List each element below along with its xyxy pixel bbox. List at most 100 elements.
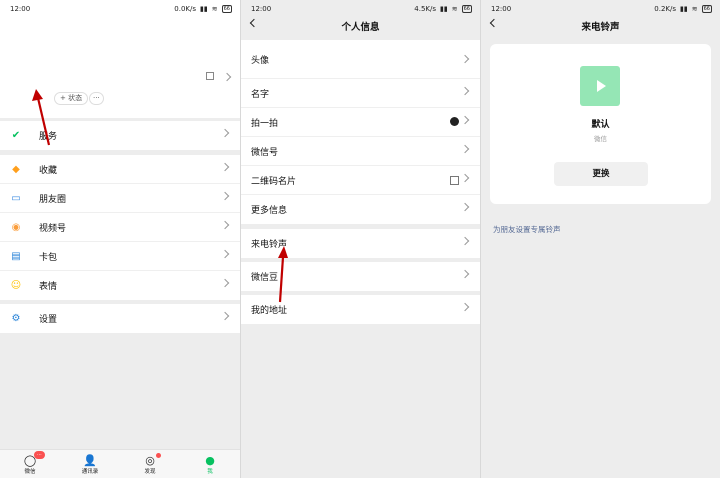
status-button[interactable]: + 状态: [54, 92, 89, 105]
personal-info-screen: 12:00 4.5K/s ▮▮ ≋ 66 个人信息 头像 名字 拍一拍 微信号 …: [240, 0, 480, 478]
qr-code-icon: [450, 176, 459, 185]
card-icon: ▤: [11, 250, 21, 262]
me-screen: 12:00 0.0K/s ▮▮ ≋ 66 + 状态 ··· ✔ 服务 ◆ 收藏 …: [0, 0, 240, 478]
play-icon: [597, 80, 606, 92]
menu-item-stickers[interactable]: ☺ 表情: [0, 271, 240, 300]
battery-icon: 66: [221, 5, 232, 13]
menu-item-card[interactable]: ▤ 卡包: [0, 242, 240, 271]
row-label: 二维码名片: [251, 176, 297, 187]
row-label: 微信号: [251, 147, 279, 158]
menu-item-label: 卡包: [39, 252, 58, 263]
row-label: 我的地址: [251, 306, 288, 316]
info-row-more[interactable]: 更多信息: [241, 195, 480, 224]
discover-icon: ◎: [145, 454, 155, 467]
ringtone-screen: 12:00 0.2K/s ▮▮ ≋ 66 来电铃声 默认 微信 更换 为朋友设置…: [480, 0, 720, 478]
status-time: 12:00: [10, 5, 31, 13]
tab-chats[interactable]: ◯ 微信 ···: [0, 450, 60, 478]
service-icon: ✔: [11, 130, 21, 141]
info-row-wechat-id[interactable]: 微信号: [241, 137, 480, 166]
info-row-name[interactable]: 名字: [241, 79, 480, 108]
wifi-icon: ≋: [691, 5, 698, 13]
info-row-avatar[interactable]: 头像: [241, 40, 480, 79]
tab-discover[interactable]: ◎ 发现: [120, 450, 180, 478]
contacts-icon: 👤: [83, 454, 97, 467]
info-row-qr-card[interactable]: 二维码名片: [241, 166, 480, 195]
unread-badge: ···: [34, 451, 45, 459]
signal-icon: ▮▮: [680, 5, 688, 13]
menu-item-label: 收藏: [39, 165, 58, 176]
moments-icon: ▭: [11, 192, 21, 204]
wifi-icon: ≋: [211, 5, 218, 13]
network-speed: 0.2K/s: [654, 5, 677, 13]
status-bar: 12:00 4.5K/s ▮▮ ≋ 66: [241, 0, 480, 18]
chevron-right-icon: [220, 220, 230, 230]
menu-item-label: 表情: [39, 282, 58, 292]
tab-contacts[interactable]: 👤 通讯录: [60, 450, 120, 478]
chevron-right-icon: [220, 311, 230, 321]
tab-label: 微信: [24, 469, 36, 475]
signal-icon: ▮▮: [200, 5, 208, 13]
channels-icon: ◉: [11, 221, 21, 233]
row-label: 更多信息: [251, 206, 288, 216]
network-speed: 4.5K/s: [414, 5, 437, 13]
network-speed: 0.0K/s: [174, 5, 197, 13]
status-time: 12:00: [251, 5, 272, 13]
chevron-right-icon: [220, 162, 230, 172]
ringtone-card: 默认 微信 更换: [490, 44, 711, 204]
wifi-icon: ≋: [451, 5, 458, 13]
menu-item-service[interactable]: ✔ 服务: [0, 121, 240, 150]
page-title: 个人信息: [341, 22, 380, 33]
battery-icon: 66: [701, 5, 712, 13]
chevron-right-icon: [460, 302, 470, 312]
chevron-right-icon: [460, 173, 470, 183]
menu-item-label: 设置: [39, 315, 58, 325]
info-row-ringtone[interactable]: 来电铃声: [241, 229, 480, 258]
tab-label: 通讯录: [81, 469, 99, 475]
menu-item-label: 朋友圈: [39, 194, 67, 205]
tab-label: 我: [207, 469, 213, 475]
ringtone-name: 默认: [591, 120, 610, 130]
info-row-address[interactable]: 我的地址: [241, 295, 480, 324]
status-bar: 12:00 0.0K/s ▮▮ ≋ 66: [0, 0, 240, 18]
battery-icon: 66: [461, 5, 472, 13]
friend-ringtone-link[interactable]: 为朋友设置专属铃声: [493, 224, 561, 235]
chevron-right-icon: [460, 202, 470, 212]
status-bar: 12:00 0.2K/s ▮▮ ≋ 66: [481, 0, 720, 18]
menu-item-channels[interactable]: ◉ 视频号: [0, 213, 240, 242]
info-row-wechat-beans[interactable]: 微信豆: [241, 262, 480, 291]
qr-code-icon[interactable]: [206, 72, 214, 80]
chevron-right-icon: [460, 54, 470, 64]
ringtone-source: 微信: [594, 135, 607, 143]
chevron-right-icon: [460, 115, 470, 125]
row-label: 来电铃声: [251, 240, 288, 250]
status-time: 12:00: [491, 5, 512, 13]
chevron-right-icon: [220, 128, 230, 138]
change-button[interactable]: 更换: [554, 162, 648, 186]
me-icon: ●: [205, 454, 215, 467]
row-label: 头像: [251, 55, 270, 66]
page-title: 来电铃声: [581, 22, 620, 33]
signal-icon: ▮▮: [440, 5, 448, 13]
menu-item-settings[interactable]: ⚙ 设置: [0, 304, 240, 333]
menu-item-label: 服务: [39, 132, 58, 142]
ringtone-cover[interactable]: [580, 66, 620, 106]
bomb-icon: [450, 117, 459, 126]
chevron-right-icon: [220, 191, 230, 201]
row-label: 名字: [251, 89, 270, 100]
more-button[interactable]: ···: [89, 92, 104, 105]
chevron-right-icon: [460, 269, 470, 279]
info-row-pat[interactable]: 拍一拍: [241, 108, 480, 137]
sticker-icon: ☺: [10, 280, 22, 291]
chevron-right-icon: [220, 278, 230, 288]
chevron-right-icon: [460, 236, 470, 246]
tab-label: 发现: [144, 469, 156, 475]
chevron-right-icon: [220, 249, 230, 259]
menu-item-moments[interactable]: ▭ 朋友圈: [0, 184, 240, 213]
bottom-tab-bar: ◯ 微信 ··· 👤 通讯录 ◎ 发现 ● 我: [0, 449, 240, 478]
chevron-right-icon: [460, 144, 470, 154]
row-label: 微信豆: [251, 273, 279, 283]
menu-item-favorites[interactable]: ◆ 收藏: [0, 155, 240, 184]
favorites-icon: ◆: [12, 163, 20, 175]
chevron-right-icon: [460, 86, 470, 96]
tab-me[interactable]: ● 我: [180, 450, 240, 478]
